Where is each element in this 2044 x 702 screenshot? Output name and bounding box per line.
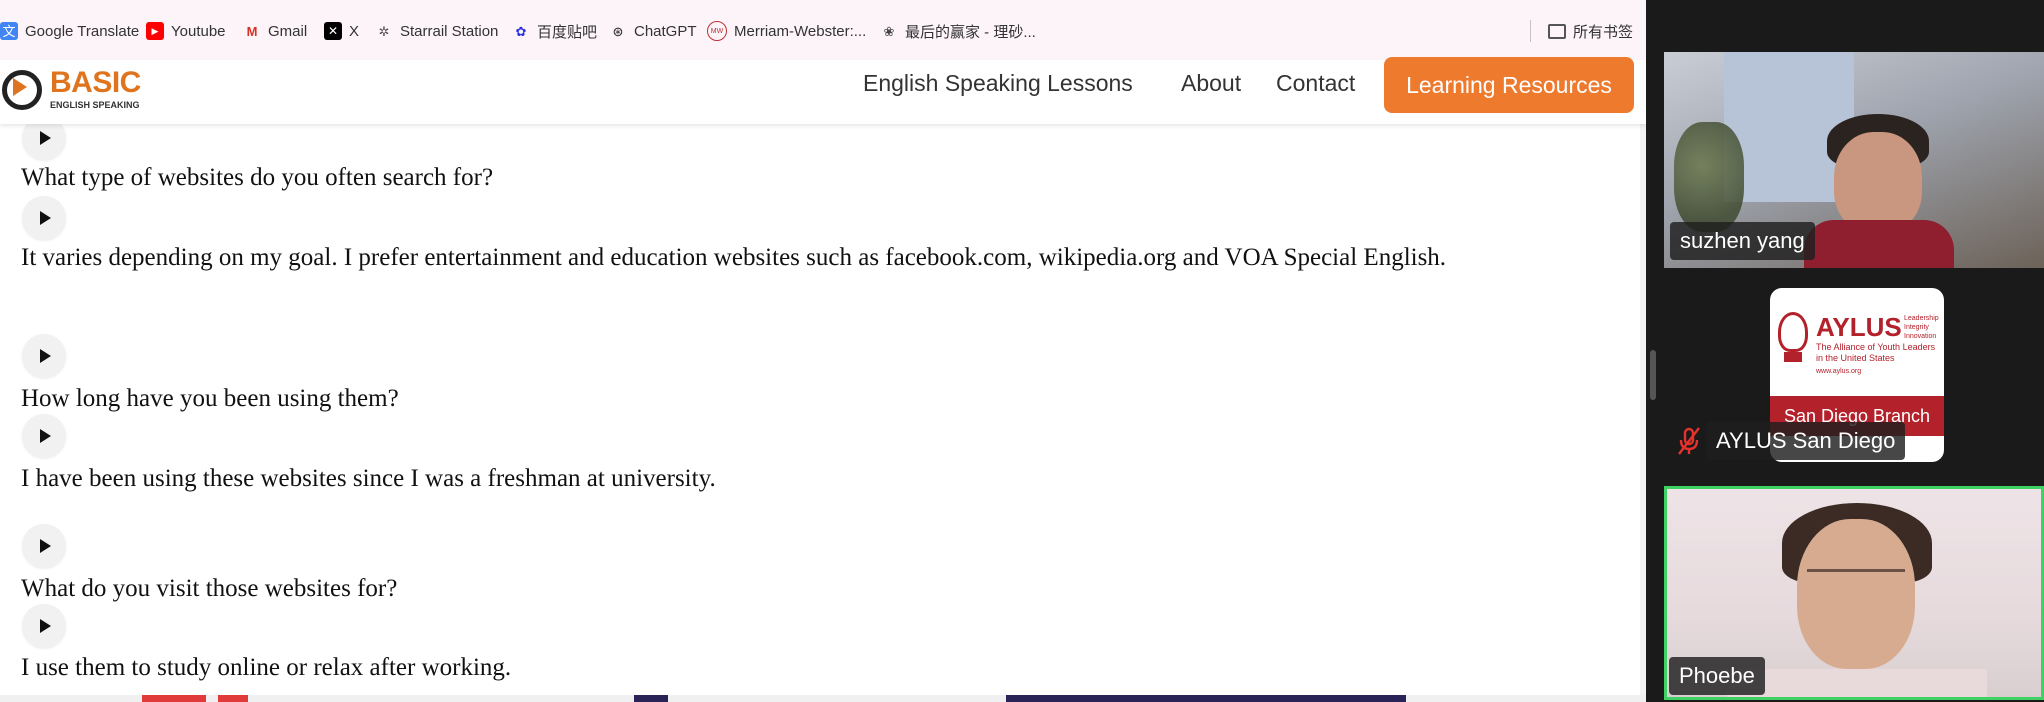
starrail-icon: ✲: [378, 23, 390, 39]
bookmark-label: 百度贴吧: [537, 23, 598, 41]
bookmarks-separator: [1530, 20, 1531, 42]
logo-play-icon: [13, 78, 27, 96]
bookmark-starrail-station[interactable]: ✲ Starrail Station: [375, 18, 499, 44]
folder-icon: [1548, 23, 1566, 39]
question-text: What do you visit those websites for?: [21, 575, 398, 602]
muted-microphone-icon: [1678, 427, 1700, 455]
logo-text: BASIC: [50, 66, 141, 99]
merriam-webster-icon: MW: [707, 21, 727, 41]
aylus-value: Leadership: [1904, 315, 1939, 322]
aylus-values: Leadership Integrity Innovation: [1904, 314, 1939, 341]
bookmark-label: Google Translate: [25, 22, 140, 40]
bookmark-baidu[interactable]: ✿ 百度贴吧: [512, 18, 597, 44]
footer-color-block: [218, 695, 248, 702]
gmail-icon: M: [246, 23, 258, 39]
participant-tile-active-speaker[interactable]: Phoebe: [1664, 486, 2044, 700]
video-person: [1807, 569, 1905, 606]
question-text: What type of websites do you often searc…: [21, 164, 494, 191]
bookmark-chatgpt[interactable]: ⊛ ChatGPT: [609, 18, 697, 44]
page-footer-strip: [0, 695, 1646, 702]
nav-english-speaking-lessons[interactable]: English Speaking Lessons: [863, 66, 1133, 100]
aylus-value: Innovation: [1904, 333, 1937, 340]
bookmark-youtube[interactable]: ▶ Youtube: [146, 18, 226, 44]
answer-text: It varies depending on my goal. I prefer…: [21, 244, 1447, 271]
browser-window: 文 Google Translate ▶ Youtube M Gmail ✕ X…: [0, 0, 1646, 702]
bookmark-google-translate[interactable]: 文 Google Translate: [0, 18, 139, 44]
participant-name: suzhen yang: [1670, 222, 1815, 260]
bookmark-label: X: [349, 22, 360, 40]
footer-color-block: [1006, 695, 1406, 702]
book-icon: ❀: [883, 23, 895, 39]
aylus-value: Integrity: [1904, 324, 1929, 331]
bookmark-label: 最后的赢家 - 理砂...: [905, 23, 1036, 41]
x-icon: ✕: [324, 22, 342, 40]
nav-about[interactable]: About: [1181, 66, 1241, 100]
bookmark-book[interactable]: ❀ 最后的赢家 - 理砂...: [880, 18, 1036, 44]
video-background: [1674, 122, 1744, 232]
participant-tile[interactable]: AYLUS Leadership Integrity Innovation Th…: [1664, 282, 2044, 468]
chatgpt-icon: ⊛: [612, 23, 624, 39]
aylus-url: www.aylus.org: [1816, 368, 1862, 375]
page-scrollbar[interactable]: [1640, 124, 1646, 702]
lesson-content: What type of websites do you often searc…: [0, 116, 1630, 702]
aylus-title: AYLUS: [1816, 312, 1902, 342]
bookmark-label: Gmail: [268, 22, 308, 40]
bookmarks-bar: 文 Google Translate ▶ Youtube M Gmail ✕ X…: [0, 0, 1646, 61]
bookmark-label: Merriam-Webster:...: [734, 22, 867, 40]
footer-color-block: [634, 695, 668, 702]
nav-contact[interactable]: Contact: [1276, 66, 1355, 100]
audio-play-button[interactable]: [22, 334, 66, 378]
learning-resources-button[interactable]: Learning Resources: [1384, 57, 1634, 113]
lightbulb-base-icon: [1784, 352, 1802, 362]
split-view-handle[interactable]: [1650, 350, 1656, 400]
question-text: How long have you been using them?: [21, 385, 399, 412]
google-translate-icon: 文: [0, 22, 18, 40]
video-person: [1727, 669, 1987, 697]
bookmark-merriam-webster[interactable]: MW Merriam-Webster:...: [707, 18, 866, 44]
participant-tile[interactable]: suzhen yang: [1664, 52, 2044, 268]
bookmark-x[interactable]: ✕ X: [324, 18, 359, 44]
participant-name: AYLUS San Diego: [1706, 422, 1906, 460]
video-person: [1804, 220, 1954, 268]
audio-play-button[interactable]: [22, 414, 66, 458]
answer-text: I have been using these websites since I…: [21, 465, 716, 492]
bookmark-label: ChatGPT: [634, 22, 697, 40]
participant-name: Phoebe: [1669, 657, 1765, 695]
bookmark-gmail[interactable]: M Gmail: [243, 18, 308, 44]
baidu-icon: ✿: [515, 23, 527, 39]
youtube-icon: ▶: [146, 22, 164, 40]
audio-play-button[interactable]: [22, 196, 66, 240]
bookmark-label: 所有书签: [1573, 23, 1634, 41]
bookmark-label: Starrail Station: [400, 22, 499, 40]
lightbulb-icon: [1778, 312, 1808, 352]
bookmark-label: Youtube: [171, 22, 226, 40]
bookmark-all-bookmarks[interactable]: 所有书签: [1548, 18, 1633, 44]
video-person: [1834, 132, 1922, 232]
aylus-subtitle: The Alliance of Youth Leaders in the Uni…: [1816, 342, 1936, 363]
logo-subtext: ENGLISH SPEAKING: [50, 100, 140, 110]
audio-play-button[interactable]: [22, 604, 66, 648]
video-call-panel: suzhen yang AYLUS Leadership Integrity I…: [1660, 0, 2044, 702]
site-logo[interactable]: BASIC ENGLISH SPEAKING: [0, 64, 141, 120]
footer-color-block: [142, 695, 206, 702]
answer-text: I use them to study online or relax afte…: [21, 654, 512, 681]
audio-play-button[interactable]: [22, 524, 66, 568]
